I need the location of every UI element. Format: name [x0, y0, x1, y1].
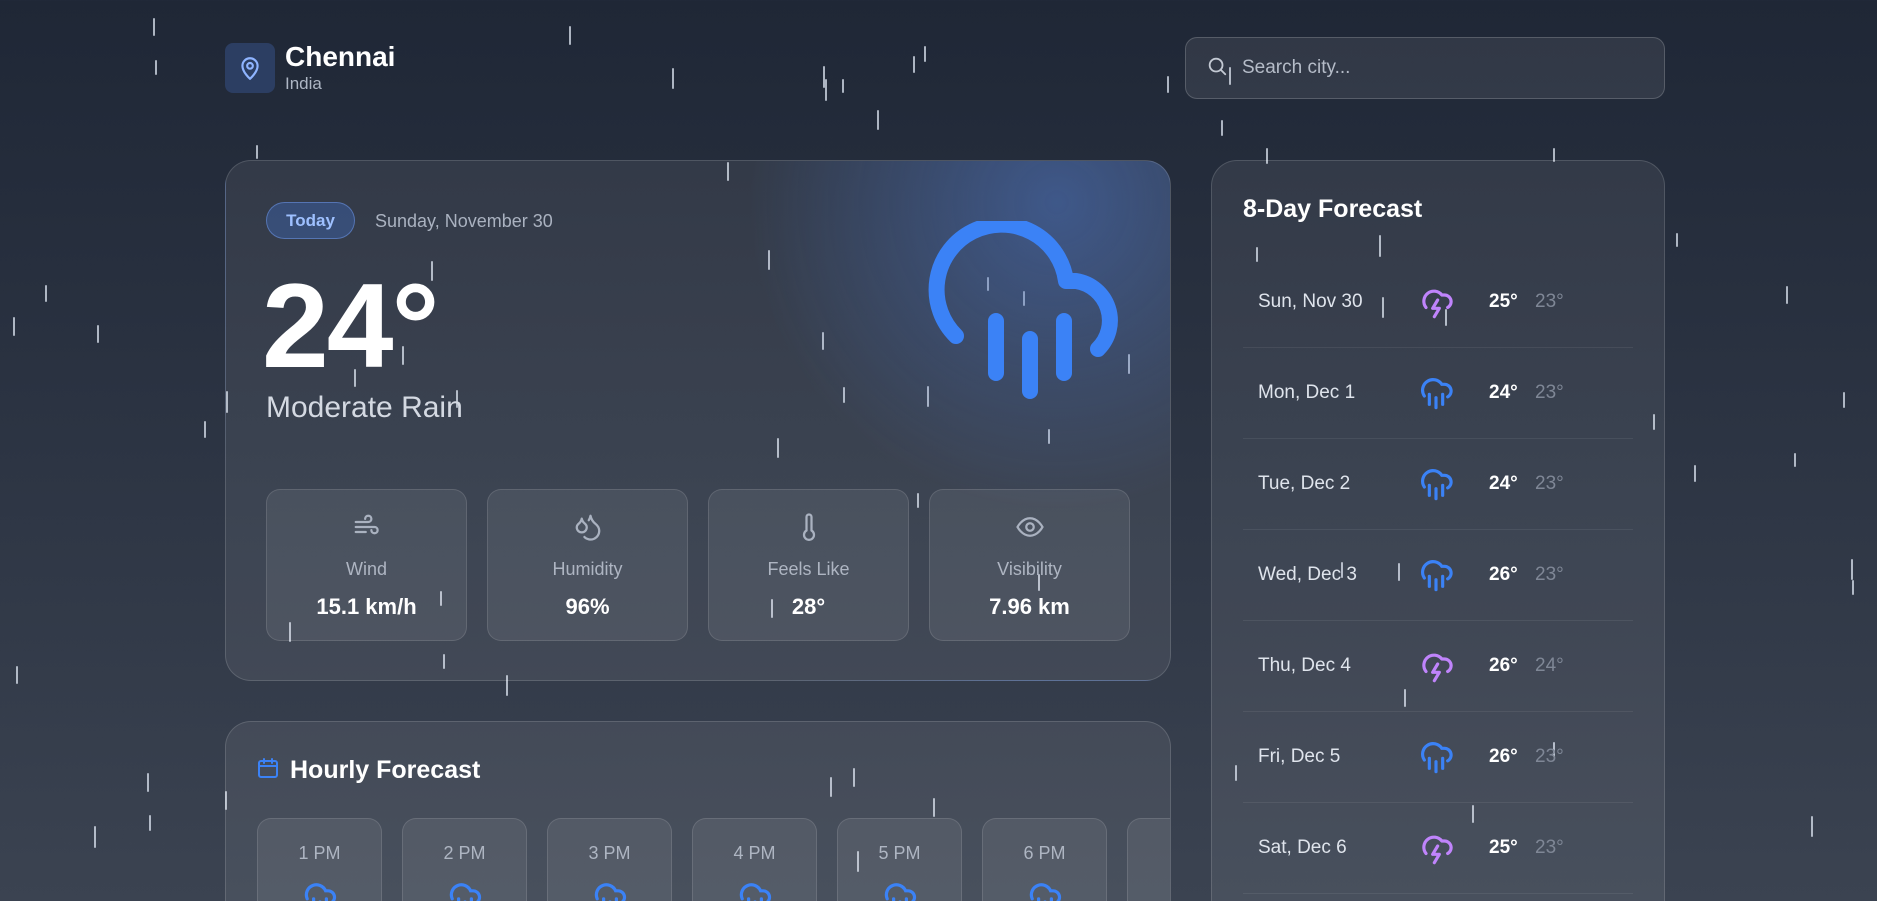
raindrop	[153, 18, 155, 36]
raindrop	[672, 68, 674, 89]
hour-item: 1 PM	[257, 818, 382, 901]
raindrop	[1852, 580, 1854, 595]
rain-icon	[1025, 878, 1065, 901]
stat-feels-like: Feels Like 28°	[708, 489, 909, 641]
current-date: Sunday, November 30	[375, 211, 553, 231]
today-badge: Today	[266, 202, 355, 239]
rain-icon	[880, 878, 920, 901]
raindrop	[569, 26, 571, 45]
current-weather-card: Today Sunday, November 30 24° Moderate R…	[225, 160, 1171, 681]
droplets-icon	[573, 512, 603, 547]
daily-list: Sun, Nov 30 25° 23° Mon, Dec 1 24° 23° T…	[1243, 257, 1633, 894]
search-input[interactable]	[1242, 57, 1642, 79]
raindrop	[913, 56, 915, 73]
daily-forecast-card: 8-Day Forecast Sun, Nov 30 25° 23° Mon, …	[1211, 160, 1665, 901]
day-row[interactable]: Tue, Dec 2 24° 23°	[1243, 439, 1633, 530]
cloud-rain-icon	[926, 216, 1126, 406]
daily-title: 8-Day Forecast	[1243, 195, 1423, 223]
stat-visibility: Visibility 7.96 km	[929, 489, 1130, 641]
city-name: Chennai	[285, 41, 396, 72]
thunderstorm-icon	[1416, 826, 1489, 871]
current-condition: Moderate Rain	[266, 391, 463, 424]
raindrop	[1843, 392, 1845, 408]
hour-item: 3 PM	[547, 818, 672, 901]
day-row[interactable]: Sun, Nov 30 25° 23°	[1243, 257, 1633, 348]
rain-icon	[1170, 857, 1171, 894]
raindrop	[825, 79, 827, 101]
rain-icon	[445, 878, 485, 901]
raindrop	[1786, 286, 1788, 304]
raindrop	[842, 79, 844, 93]
raindrop	[924, 46, 926, 62]
raindrop	[1676, 233, 1678, 247]
rain-icon	[1416, 553, 1489, 598]
map-pin-icon	[225, 43, 275, 93]
location-header: Chennai India	[225, 42, 395, 94]
hourly-list[interactable]: 1 PM 2 PM 3 PM 4 PM 5 PM 6 PM	[257, 818, 1171, 901]
wind-icon	[352, 512, 382, 547]
eye-icon	[1015, 512, 1045, 547]
day-row[interactable]: Sat, Dec 6 25° 23°	[1243, 803, 1633, 894]
hour-item: 6 PM	[982, 818, 1107, 901]
stat-humidity: Humidity 96%	[487, 489, 688, 641]
day-row[interactable]: Fri, Dec 5 26° 23°	[1243, 712, 1633, 803]
thunderstorm-icon	[1416, 644, 1489, 689]
raindrop	[256, 145, 258, 159]
raindrop	[155, 60, 157, 75]
thunderstorm-icon	[1416, 280, 1489, 325]
day-row[interactable]: Wed, Dec 3 26° 23°	[1243, 530, 1633, 621]
raindrop	[877, 110, 879, 130]
raindrop	[16, 666, 18, 684]
thermometer-icon	[794, 512, 824, 547]
raindrop	[149, 815, 151, 831]
raindrop	[45, 285, 47, 302]
current-temperature: 24°	[262, 259, 439, 393]
rain-icon	[1416, 371, 1489, 416]
stat-wind: Wind 15.1 km/h	[266, 489, 467, 641]
day-row[interactable]: Mon, Dec 1 24° 23°	[1243, 348, 1633, 439]
rain-icon	[300, 878, 340, 901]
country-name: India	[285, 74, 322, 93]
raindrop	[94, 826, 96, 848]
raindrop	[823, 66, 825, 88]
hourly-forecast-card: Hourly Forecast 1 PM 2 PM 3 PM 4 PM 5 PM…	[225, 721, 1171, 901]
weather-stats: Wind 15.1 km/h Humidity 96% Feels Like 2…	[266, 489, 1130, 641]
raindrop	[97, 325, 99, 343]
raindrop	[1851, 559, 1853, 580]
hour-item: 5 PM	[837, 818, 962, 901]
hour-item: 4 PM	[692, 818, 817, 901]
hourly-header: Hourly Forecast	[256, 756, 480, 785]
raindrop	[204, 421, 206, 438]
hour-item	[1127, 818, 1171, 901]
search-icon	[1206, 55, 1228, 82]
rain-icon	[1416, 735, 1489, 780]
raindrop	[1167, 76, 1169, 93]
day-row[interactable]: Thu, Dec 4 26° 24°	[1243, 621, 1633, 712]
raindrop	[1811, 816, 1813, 837]
hourly-title: Hourly Forecast	[290, 756, 481, 784]
raindrop	[1221, 120, 1223, 136]
search-bar[interactable]	[1185, 37, 1665, 99]
rain-icon	[735, 878, 775, 901]
raindrop	[1694, 465, 1696, 482]
rain-icon	[590, 878, 630, 901]
raindrop	[147, 773, 149, 792]
hour-item: 2 PM	[402, 818, 527, 901]
calendar-icon	[256, 756, 280, 785]
raindrop	[13, 317, 15, 336]
raindrop	[1794, 453, 1796, 467]
rain-icon	[1416, 462, 1489, 507]
